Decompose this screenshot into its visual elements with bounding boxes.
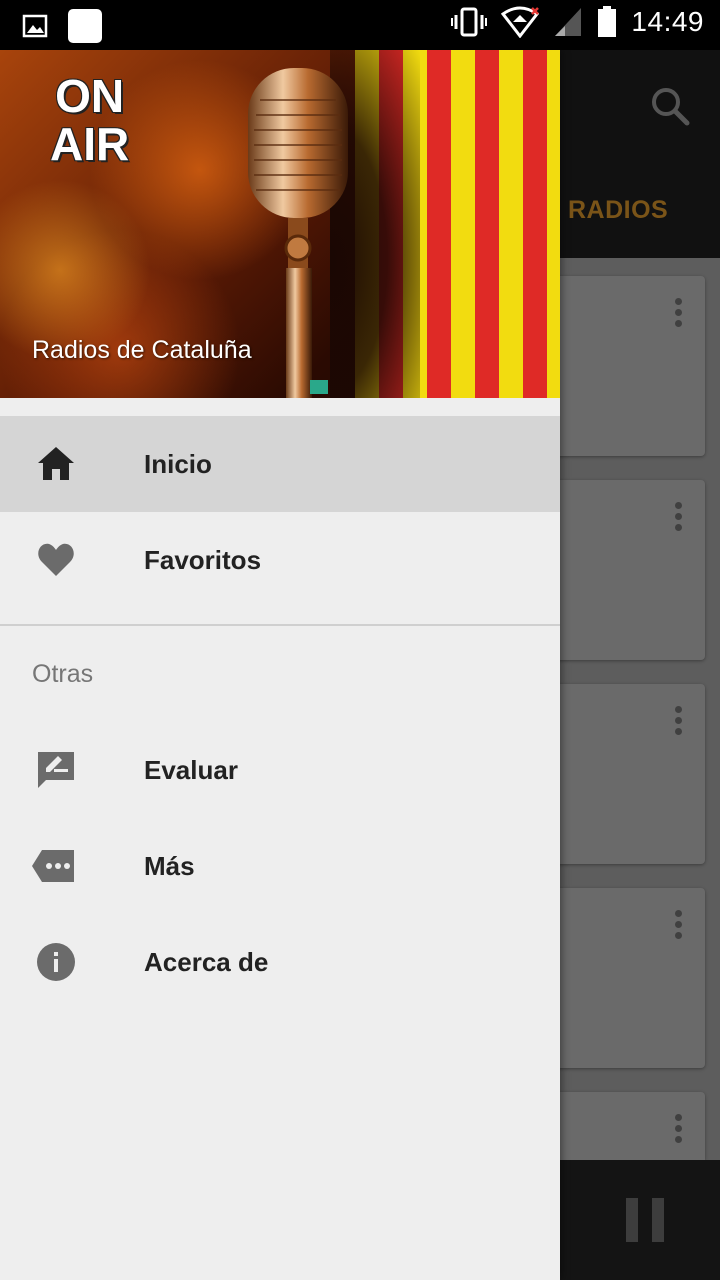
wifi-icon [501, 6, 540, 38]
card-menu-icon[interactable] [675, 1114, 683, 1147]
card-menu-icon[interactable] [675, 706, 683, 739]
status-bar: 14:49 [0, 0, 720, 50]
radio-card[interactable] [548, 480, 705, 660]
home-icon [38, 447, 74, 480]
card-menu-icon[interactable] [675, 910, 683, 943]
search-icon[interactable] [650, 86, 690, 126]
app-square-icon [68, 9, 102, 43]
pause-icon[interactable] [626, 1198, 664, 1242]
radio-card[interactable] [548, 684, 705, 864]
section-label-otras: Otras [32, 660, 94, 688]
microphone-image [248, 68, 348, 398]
drawer-header: ON AIR Radios de Cataluña [0, 50, 560, 398]
nav-item-favoritos[interactable]: Favoritos [0, 512, 560, 608]
radio-card[interactable] [548, 1092, 705, 1160]
card-menu-icon[interactable] [675, 502, 683, 535]
image-icon [22, 14, 48, 38]
more-tag-icon [32, 850, 74, 882]
heart-icon [38, 543, 74, 576]
clock: 14:49 [631, 6, 704, 37]
nav-item-evaluar[interactable]: Evaluar [0, 722, 560, 818]
nav-item-acerca-de[interactable]: Acerca de [0, 914, 560, 1010]
nav-item-label: Evaluar [144, 755, 238, 785]
signal-icon [555, 8, 582, 36]
tab-radios[interactable]: RADIOS [568, 196, 668, 225]
on-air-logo: ON AIR [50, 70, 130, 170]
nav-item-label: Inicio [144, 449, 212, 479]
nav-item-label: Más [144, 851, 195, 881]
rate-review-icon [38, 752, 74, 788]
navigation-drawer: ON AIR Radios de Cataluña Inicio Favorit… [0, 50, 560, 1280]
drawer-title: Radios de Cataluña [32, 336, 252, 364]
battery-icon [598, 6, 617, 37]
radio-card[interactable] [548, 276, 705, 456]
vibrate-icon [451, 7, 488, 37]
nav-item-inicio[interactable]: Inicio [0, 416, 560, 512]
nav-item-mas[interactable]: Más [0, 818, 560, 914]
divider [0, 624, 560, 626]
card-menu-icon[interactable] [675, 298, 683, 331]
info-icon [37, 943, 75, 981]
radio-card[interactable] [548, 888, 705, 1068]
nav-item-label: Acerca de [144, 947, 269, 977]
nav-item-label: Favoritos [144, 545, 262, 575]
